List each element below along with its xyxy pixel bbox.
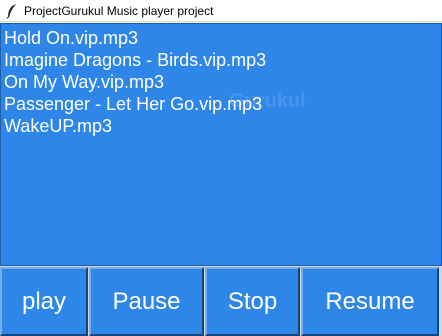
playlist-track[interactable]: Passenger - Let Her Go.vip.mp3 (4, 93, 441, 115)
resume-button[interactable]: Resume (301, 267, 439, 336)
playlist-listbox[interactable]: Hold On.vip.mp3 Imagine Dragons - Birds.… (0, 23, 442, 266)
playlist-track[interactable]: Hold On.vip.mp3 (4, 27, 441, 49)
playlist-track[interactable]: Imagine Dragons - Birds.vip.mp3 (4, 49, 441, 71)
window-title: ProjectGurukul Music player project (24, 3, 214, 18)
playlist-track[interactable]: On My Way.vip.mp3 (4, 71, 441, 93)
music-player-window: ProjectGurukul Music player project Hold… (0, 0, 442, 336)
pause-button[interactable]: Pause (89, 267, 204, 336)
stop-button[interactable]: Stop (205, 267, 300, 336)
control-bar: play Pause Stop Resume (0, 266, 442, 336)
feather-icon (6, 3, 18, 19)
play-button[interactable]: play (0, 267, 88, 336)
title-bar: ProjectGurukul Music player project (0, 0, 442, 22)
playlist-track[interactable]: WakeUP.mp3 (4, 115, 441, 137)
